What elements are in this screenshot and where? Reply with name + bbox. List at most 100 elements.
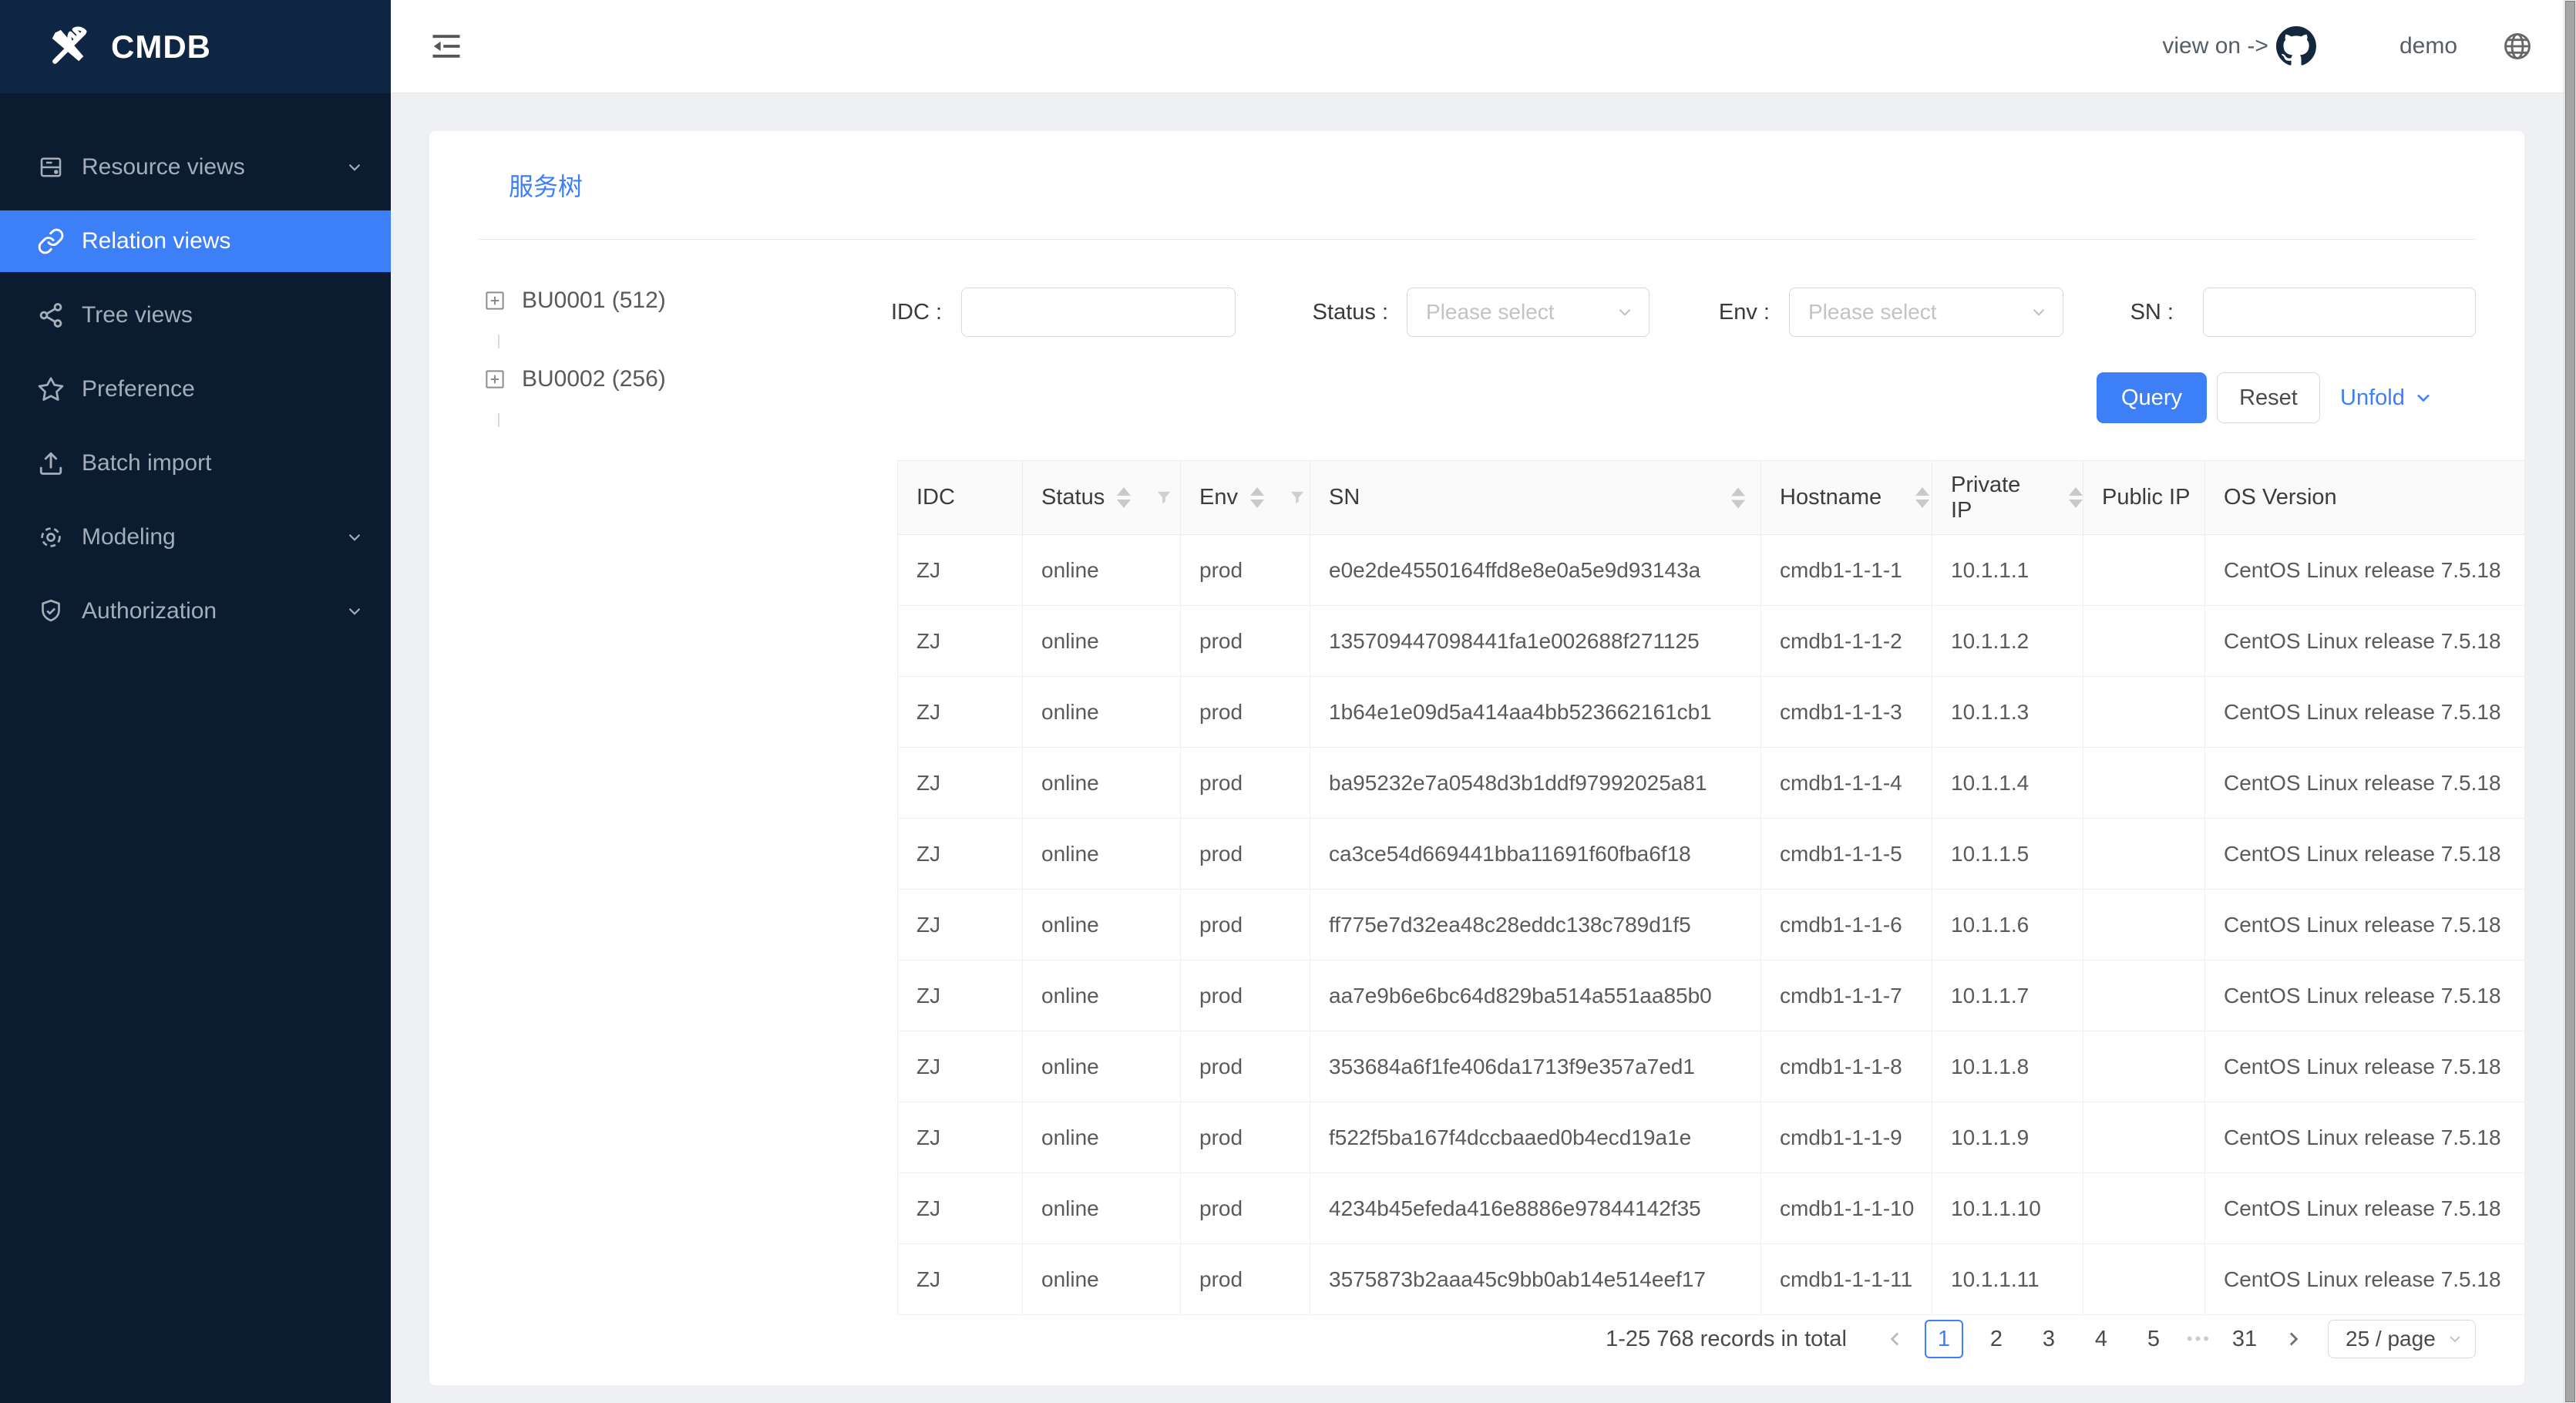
scrollbar-thumb[interactable] [2565, 1, 2575, 1402]
hosts-table: IDCStatusEnv SN Hostname Private IP Public I… [897, 460, 2524, 1315]
cell-os_version: CentOS Linux release 7.5.18 [2205, 961, 2525, 1031]
page-size-select[interactable]: 25 / page [2328, 1320, 2476, 1358]
resource-icon [37, 153, 65, 181]
cell-status: online [1023, 890, 1181, 961]
cell-os_version: CentOS Linux release 7.5.18 [2205, 819, 2525, 890]
sidebar-item-resource-views[interactable]: Resource views [0, 136, 391, 198]
next-page-icon[interactable] [2282, 1327, 2305, 1351]
column-label: Private IP [1951, 473, 2035, 523]
table-row: ZJonlineprod135709447098441fa1e002688f27… [898, 606, 2525, 677]
cell-hostname: cmdb1-1-1-8 [1761, 1031, 1932, 1102]
sorter-icon[interactable] [1731, 487, 1745, 508]
cell-sn: aa7e9b6e6bc64d829ba514a551aa85b0 [1310, 961, 1761, 1031]
page-31[interactable]: 31 [2225, 1320, 2264, 1358]
page-size-value: 25 / page [2346, 1327, 2446, 1351]
cell-env: prod [1181, 819, 1310, 890]
cell-sn: ff775e7d32ea48c28eddc138c789d1f5 [1310, 890, 1761, 961]
view-on-github-link[interactable]: view on -> [2162, 33, 2268, 59]
browser-scrollbar[interactable] [2564, 0, 2576, 1403]
reset-button[interactable]: Reset [2217, 372, 2320, 423]
topbar-right: view on -> demo [2162, 26, 2533, 66]
column-header-status[interactable]: Status [1023, 461, 1181, 535]
cell-os_version: CentOS Linux release 7.5.18 [2205, 1173, 2525, 1244]
sorter-icon[interactable] [1250, 487, 1264, 508]
cell-status: online [1023, 606, 1181, 677]
idc-filter-input[interactable] [961, 288, 1236, 337]
cell-hostname: cmdb1-1-1-2 [1761, 606, 1932, 677]
cell-env: prod [1181, 1244, 1310, 1315]
cell-private_ip: 10.1.1.9 [1932, 1102, 2083, 1173]
page-2[interactable]: 2 [1977, 1320, 2016, 1358]
chevron-down-icon [2446, 1330, 2464, 1348]
cell-sn: 4234b45efeda416e8886e97844142f35 [1310, 1173, 1761, 1244]
cell-env: prod [1181, 1173, 1310, 1244]
link-icon [37, 227, 65, 255]
tab-service-tree[interactable]: 服务树 [509, 167, 583, 203]
page-4[interactable]: 4 [2082, 1320, 2120, 1358]
brand-logo[interactable]: CMDB [0, 0, 391, 93]
sorter-icon[interactable] [1915, 487, 1929, 508]
content-card: 服务树 BU0001 (512)BU0002 (256) IDC : Statu… [429, 131, 2524, 1385]
user-menu[interactable]: demo [2399, 33, 2457, 59]
table-row: ZJonlineprodba95232e7a0548d3b1ddf9799202… [898, 748, 2525, 819]
cell-status: online [1023, 961, 1181, 1031]
upload-icon [37, 449, 65, 477]
sidebar-item-modeling[interactable]: Modeling [0, 506, 391, 568]
language-globe-icon[interactable] [2502, 31, 2533, 62]
cell-idc: ZJ [898, 1244, 1023, 1315]
cell-env: prod [1181, 606, 1310, 677]
column-header-sn[interactable]: SN [1310, 461, 1761, 535]
pagination: 1-25 768 records in total12345•••3125 / … [1606, 1319, 2476, 1359]
menu-fold-icon[interactable] [429, 29, 463, 63]
page-ellipsis[interactable]: ••• [2187, 1329, 2211, 1349]
table-row: ZJonlineprode0e2de4550164ffd8e8e0a5e9d93… [898, 535, 2525, 606]
sidebar-item-tree-views[interactable]: Tree views [0, 284, 391, 346]
page-1-active[interactable]: 1 [1925, 1320, 1963, 1358]
filter-funnel-icon[interactable] [1131, 488, 1174, 508]
sidebar-item-batch-import[interactable]: Batch import [0, 432, 391, 494]
cell-sn: f522f5ba167f4dccbaaed0b4ecd19a1e [1310, 1102, 1761, 1173]
column-header-public-ip: Public IP [2083, 461, 2205, 535]
sorter-icon[interactable] [1117, 487, 1131, 508]
sorter-icon[interactable] [2069, 487, 2083, 508]
cell-sn: 3575873b2aaa45c9bb0ab14e514eef17 [1310, 1244, 1761, 1315]
sidebar-item-authorization[interactable]: Authorization [0, 580, 391, 642]
cell-hostname: cmdb1-1-1-7 [1761, 961, 1932, 1031]
filter-funnel-icon[interactable] [1264, 488, 1307, 508]
page-3[interactable]: 3 [2030, 1320, 2068, 1358]
table-row: ZJonlineprodff775e7d32ea48c28eddc138c789… [898, 890, 2525, 961]
cell-private_ip: 10.1.1.1 [1932, 535, 2083, 606]
cell-os_version: CentOS Linux release 7.5.18 [2205, 1031, 2525, 1102]
column-header-private-ip[interactable]: Private IP [1932, 461, 2083, 535]
cell-idc: ZJ [898, 748, 1023, 819]
cell-private_ip: 10.1.1.2 [1932, 606, 2083, 677]
idc-filter-label: IDC : [784, 288, 942, 337]
table-row: ZJonlineprod353684a6f1fe406da1713f9e357a… [898, 1031, 2525, 1102]
sn-filter-input[interactable] [2203, 288, 2476, 337]
tabs-bar: 服务树 [478, 131, 2476, 240]
column-label: SN [1329, 485, 1360, 510]
cell-public_ip [2083, 1031, 2205, 1102]
query-button[interactable]: Query [2097, 372, 2207, 423]
cell-status: online [1023, 1173, 1181, 1244]
cell-hostname: cmdb1-1-1-6 [1761, 890, 1932, 961]
column-header-env[interactable]: Env [1181, 461, 1310, 535]
sidebar-item-relation-views[interactable]: Relation views [0, 210, 391, 272]
column-header-hostname[interactable]: Hostname [1761, 461, 1932, 535]
column-header-idc: IDC [898, 461, 1023, 535]
sidebar-item-label: Resource views [82, 154, 345, 180]
prev-page-icon[interactable] [1884, 1327, 1907, 1351]
page-5[interactable]: 5 [2134, 1320, 2173, 1358]
sidebar-item-preference[interactable]: Preference [0, 358, 391, 420]
cell-public_ip [2083, 1244, 2205, 1315]
github-icon[interactable] [2276, 26, 2316, 66]
cell-private_ip: 10.1.1.7 [1932, 961, 2083, 1031]
table-row: ZJonlineprodf522f5ba167f4dccbaaed0b4ecd1… [898, 1102, 2525, 1173]
cell-idc: ZJ [898, 535, 1023, 606]
sidebar-item-label: Batch import [82, 450, 365, 476]
sidebar-menu: Resource views Relation views Tree views Pr… [0, 93, 391, 642]
unfold-link[interactable]: Unfold [2340, 372, 2434, 423]
cell-hostname: cmdb1-1-1-9 [1761, 1102, 1932, 1173]
cell-sn: ca3ce54d669441bba11691f60fba6f18 [1310, 819, 1761, 890]
cell-public_ip [2083, 606, 2205, 677]
